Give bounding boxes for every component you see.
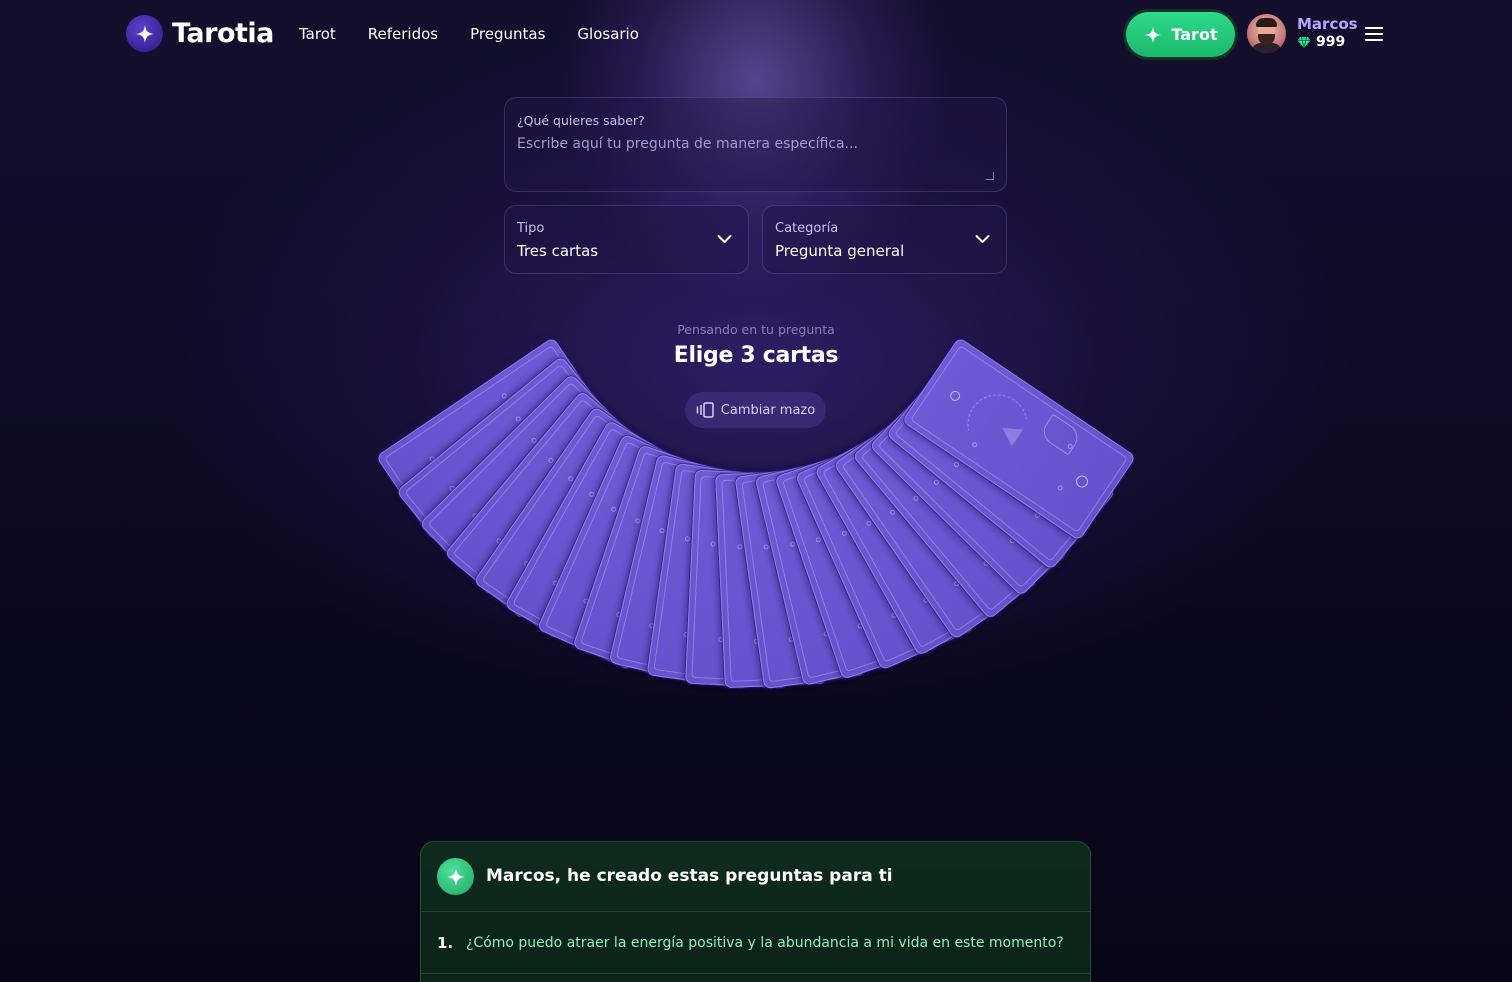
user-name[interactable]: Marcos (1297, 15, 1358, 33)
sparkle-icon (126, 15, 163, 52)
nav-link-preguntas[interactable]: Preguntas (470, 25, 545, 43)
avatar[interactable] (1247, 14, 1286, 53)
question-label: ¿Qué quieres saber? (517, 113, 645, 128)
gem-icon (1297, 36, 1311, 48)
gem-balance: 999 (1297, 34, 1345, 50)
thinking-text: Pensando en tu pregunta (677, 322, 835, 337)
menu-icon[interactable] (1365, 27, 1383, 41)
nav-link-tarot[interactable]: Tarot (299, 25, 336, 43)
change-deck-label: Cambiar mazo (720, 402, 816, 418)
logo[interactable]: Tarotia (126, 15, 274, 52)
change-deck-button[interactable]: Cambiar mazo (685, 392, 826, 428)
choose-cards-heading: Elige 3 cartas (673, 343, 839, 368)
suggestions-panel: Marcos, he creado estas preguntas para t… (420, 841, 1091, 982)
sparkle-icon (437, 858, 474, 895)
nav-link-referidos[interactable]: Referidos (368, 25, 438, 43)
suggestion-item[interactable]: 1. ¿Cómo puedo atraer la energía positiv… (421, 913, 1090, 974)
tarot-cta-button[interactable]: Tarot (1126, 12, 1235, 57)
sparkle-icon (1145, 26, 1162, 43)
suggestions-header: Marcos, he creado estas preguntas para t… (421, 842, 1090, 912)
category-value: Pregunta general (775, 242, 905, 260)
tarot-cta-label: Tarot (1171, 25, 1218, 44)
type-value: Tres cartas (517, 242, 599, 260)
suggestions-title: Marcos, he creado estas preguntas para t… (486, 866, 893, 886)
nav-link-glosario[interactable]: Glosario (577, 25, 639, 43)
gem-count: 999 (1316, 34, 1346, 50)
brand-name: Tarotia (172, 18, 274, 49)
type-label: Tipo (517, 221, 545, 236)
type-select[interactable]: Tipo Tres cartas (504, 205, 749, 274)
suggestion-number: 1. (437, 934, 454, 952)
question-input[interactable] (517, 136, 993, 180)
resize-handle[interactable] (986, 172, 994, 180)
nav-links: Tarot Referidos Preguntas Glosario (299, 25, 639, 43)
chevron-down-icon (975, 235, 990, 243)
chevron-down-icon (717, 235, 732, 243)
category-select[interactable]: Categoría Pregunta general (762, 205, 1007, 274)
category-label: Categoría (775, 221, 839, 236)
top-nav: Tarotia Tarot Referidos Preguntas Glosar… (0, 0, 1512, 68)
question-field: ¿Qué quieres saber? (504, 97, 1007, 192)
deck-icon (696, 402, 714, 418)
suggestion-text: ¿Cómo puedo atraer la energía positiva y… (466, 935, 1064, 951)
